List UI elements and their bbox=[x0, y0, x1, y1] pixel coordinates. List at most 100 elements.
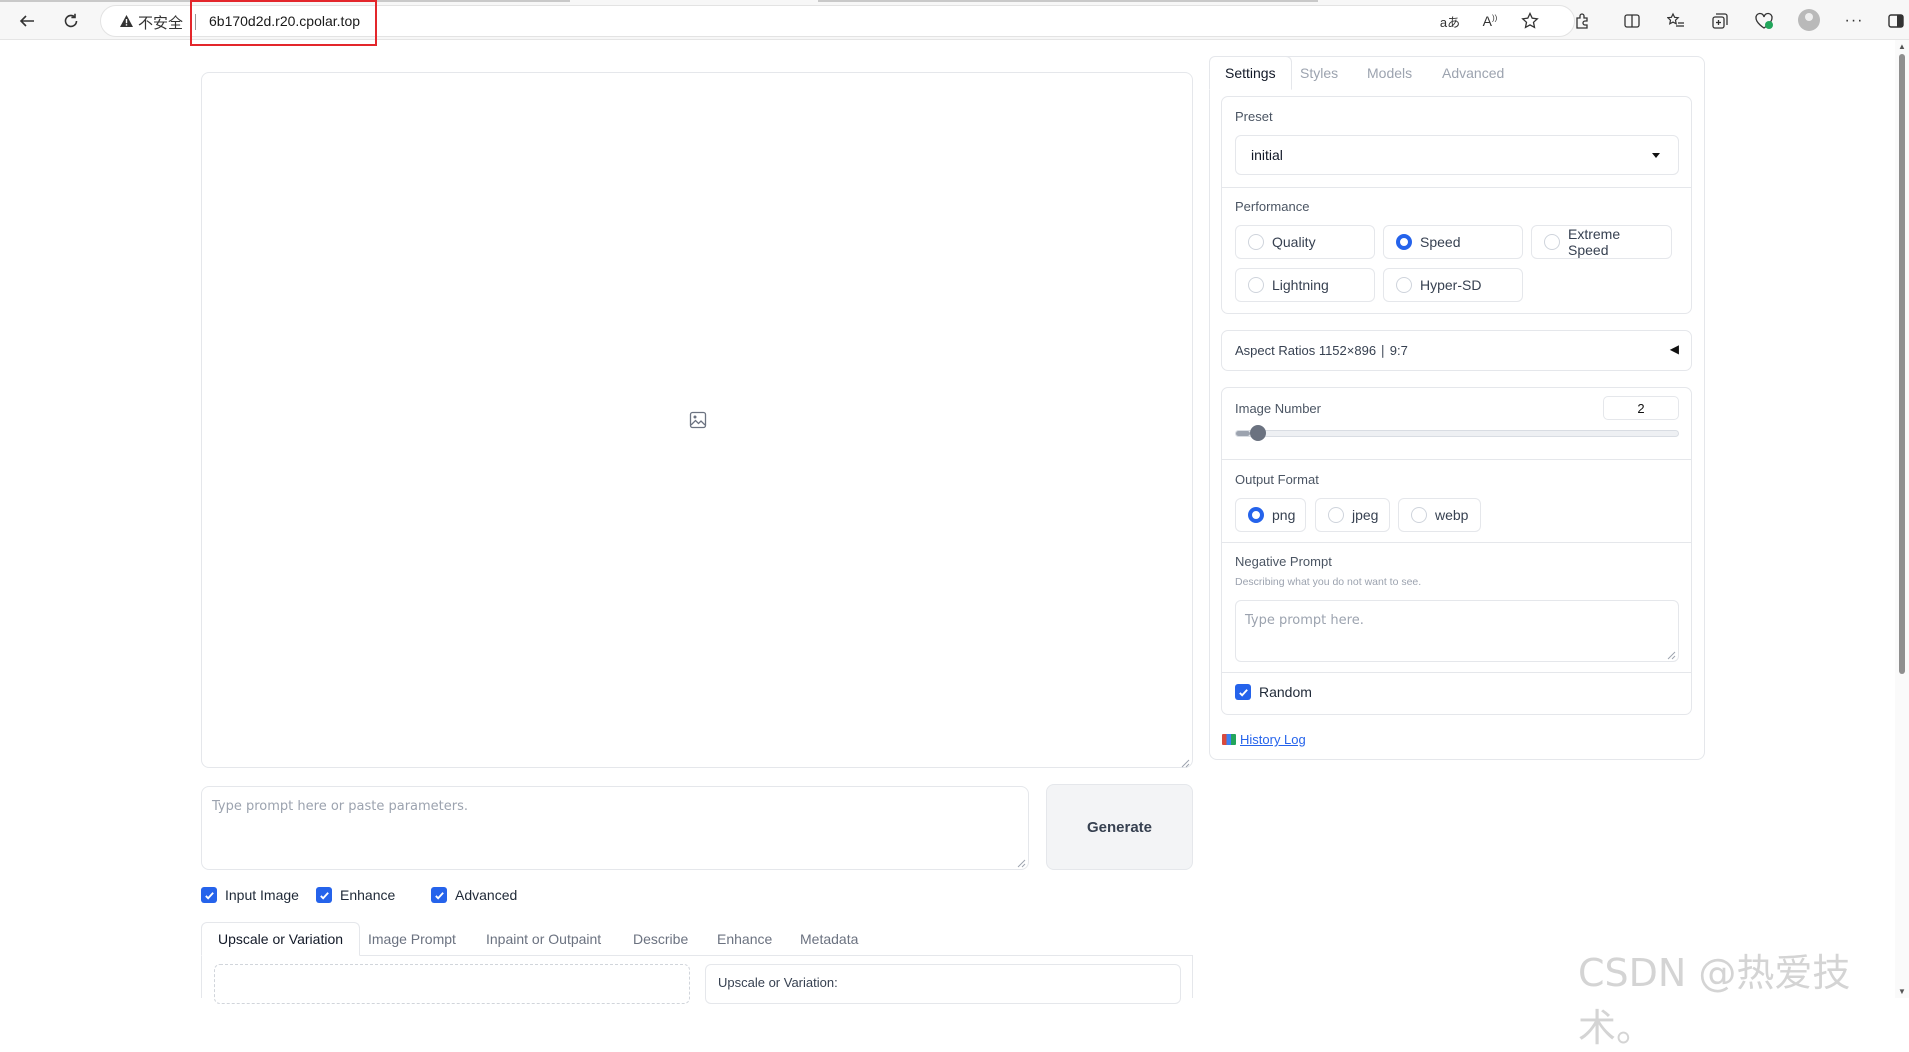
webp-label: webp bbox=[1435, 507, 1469, 523]
output-format-jpeg[interactable]: jpeg bbox=[1315, 498, 1390, 532]
url-highlight-box bbox=[190, 0, 377, 46]
tab-styles[interactable]: Styles bbox=[1285, 56, 1353, 90]
negative-prompt-group: Negative Prompt Describing what you do n… bbox=[1222, 542, 1691, 677]
watermark-text: CSDN @热爱技术。 bbox=[1578, 951, 1851, 1050]
section-divider bbox=[1222, 672, 1691, 673]
page-scrollbar[interactable]: ▲ ▼ bbox=[1895, 40, 1909, 998]
performance-option-lightning[interactable]: Lightning bbox=[1235, 268, 1375, 302]
image-number-slider[interactable] bbox=[1235, 425, 1679, 441]
collections-icon[interactable] bbox=[1708, 9, 1732, 33]
resize-handle-icon[interactable] bbox=[1180, 755, 1190, 768]
browser-essentials-icon[interactable] bbox=[1752, 9, 1776, 33]
tab-image-prompt[interactable]: Image Prompt bbox=[352, 922, 472, 956]
image-number-input[interactable]: 2 bbox=[1603, 396, 1679, 420]
preset-value: initial bbox=[1251, 147, 1283, 163]
enhance-label: Enhance bbox=[340, 887, 396, 903]
scroll-up-icon[interactable]: ▲ bbox=[1898, 42, 1906, 51]
slider-fill bbox=[1236, 431, 1250, 436]
collapse-arrow-icon[interactable]: ◀ bbox=[1670, 342, 1679, 356]
profile-avatar-icon[interactable] bbox=[1798, 9, 1820, 31]
radio-unchecked-icon[interactable] bbox=[1328, 507, 1344, 523]
upscale-or-variation-group: Upscale or Variation: bbox=[705, 964, 1181, 1004]
checkbox-checked-icon[interactable] bbox=[316, 887, 332, 903]
tab-settings[interactable]: Settings bbox=[1209, 56, 1292, 90]
radio-unchecked-icon[interactable] bbox=[1248, 277, 1264, 293]
hyper-sd-label: Hyper-SD bbox=[1420, 277, 1482, 293]
negative-prompt-label: Negative Prompt bbox=[1235, 554, 1332, 569]
split-screen-icon[interactable] bbox=[1620, 9, 1644, 33]
slider-handle[interactable] bbox=[1250, 425, 1266, 441]
books-icon bbox=[1222, 734, 1236, 745]
prompt-placeholder: Type prompt here or paste parameters. bbox=[212, 799, 469, 814]
prompt-resize-handle-icon[interactable] bbox=[1016, 857, 1026, 868]
prompt-input[interactable]: Type prompt here or paste parameters. bbox=[201, 786, 1029, 870]
generation-options-card: Image Number 2 Output Format png jpeg we… bbox=[1221, 387, 1692, 715]
radio-unchecked-icon[interactable] bbox=[1411, 507, 1427, 523]
checkbox-checked-icon[interactable] bbox=[201, 887, 217, 903]
input-image-checkbox[interactable]: Input Image bbox=[201, 887, 299, 903]
performance-option-quality[interactable]: Quality bbox=[1235, 225, 1375, 259]
tab-upscale-or-variation[interactable]: Upscale or Variation bbox=[201, 922, 361, 956]
enhance-checkbox[interactable]: Enhance bbox=[316, 887, 395, 903]
radio-checked-icon[interactable] bbox=[1396, 234, 1412, 250]
settings-tabs: Settings Styles Models Advanced bbox=[1209, 56, 1705, 90]
tab-models[interactable]: Models bbox=[1352, 56, 1427, 90]
generate-button[interactable]: Generate bbox=[1046, 784, 1193, 870]
advanced-label: Advanced bbox=[455, 887, 518, 903]
favorites-list-icon[interactable] bbox=[1664, 9, 1688, 33]
radio-checked-icon[interactable] bbox=[1248, 507, 1264, 523]
aspect-ratios-accordion[interactable]: Aspect Ratios 1152×896 ∣ 9:7 ◀ bbox=[1221, 330, 1692, 371]
tab-enhance[interactable]: Enhance bbox=[701, 922, 788, 956]
negative-prompt-input[interactable]: Type prompt here. bbox=[1235, 600, 1679, 662]
more-menu-icon[interactable]: ··· bbox=[1842, 9, 1866, 33]
image-placeholder-icon bbox=[689, 411, 707, 429]
random-seed-checkbox[interactable]: Random bbox=[1235, 684, 1312, 700]
negative-prompt-placeholder: Type prompt here. bbox=[1245, 613, 1364, 628]
output-format-png[interactable]: png bbox=[1235, 498, 1306, 532]
checkbox-checked-icon[interactable] bbox=[1235, 684, 1251, 700]
radio-unchecked-icon[interactable] bbox=[1396, 277, 1412, 293]
history-log-link[interactable]: History Log bbox=[1222, 732, 1306, 747]
security-indicator[interactable]: 不安全 bbox=[119, 12, 183, 33]
preset-performance-card: Preset initial Performance Quality Speed… bbox=[1221, 96, 1692, 314]
random-label: Random bbox=[1259, 684, 1312, 700]
read-aloud-icon[interactable]: A)) bbox=[1478, 9, 1502, 33]
section-divider bbox=[1222, 459, 1691, 460]
translate-icon[interactable]: aあ bbox=[1438, 9, 1462, 33]
speed-label: Speed bbox=[1420, 234, 1461, 250]
favorite-star-icon[interactable] bbox=[1518, 9, 1542, 33]
security-label: 不安全 bbox=[138, 15, 184, 32]
extensions-icon[interactable] bbox=[1570, 9, 1594, 33]
preset-label: Preset bbox=[1235, 109, 1273, 124]
radio-unchecked-icon[interactable] bbox=[1248, 234, 1264, 250]
tab-inpaint-or-outpaint[interactable]: Inpaint or Outpaint bbox=[470, 922, 617, 956]
tab-metadata[interactable]: Metadata bbox=[784, 922, 874, 956]
lightning-label: Lightning bbox=[1272, 277, 1329, 293]
warning-icon bbox=[119, 14, 134, 32]
performance-option-hyper-sd[interactable]: Hyper-SD bbox=[1383, 268, 1523, 302]
section-divider bbox=[1222, 187, 1691, 188]
back-icon[interactable] bbox=[14, 8, 40, 34]
aspect-ratios-label: Aspect Ratios 1152×896 ∣ 9:7 bbox=[1235, 343, 1408, 358]
preset-dropdown[interactable]: initial bbox=[1235, 135, 1679, 175]
performance-option-speed[interactable]: Speed bbox=[1383, 225, 1523, 259]
png-label: png bbox=[1272, 507, 1296, 523]
negative-prompt-resize-handle-icon[interactable] bbox=[1666, 649, 1676, 660]
history-log-label[interactable]: History Log bbox=[1240, 732, 1306, 747]
radio-unchecked-icon[interactable] bbox=[1544, 234, 1560, 250]
input-image-tabs: Upscale or Variation Image Prompt Inpain… bbox=[201, 922, 1193, 956]
chevron-down-icon bbox=[1652, 153, 1660, 158]
tab-advanced[interactable]: Advanced bbox=[1427, 56, 1519, 90]
output-format-webp[interactable]: webp bbox=[1398, 498, 1481, 532]
sidebar-toggle-icon[interactable] bbox=[1884, 9, 1908, 33]
checkbox-checked-icon[interactable] bbox=[431, 887, 447, 903]
scrollbar-thumb[interactable] bbox=[1899, 54, 1905, 674]
extreme-speed-label: Extreme Speed bbox=[1568, 226, 1621, 258]
performance-option-extreme-speed[interactable]: Extreme Speed bbox=[1531, 225, 1672, 259]
input-image-label: Input Image bbox=[225, 887, 299, 903]
image-drop-zone[interactable] bbox=[214, 964, 690, 1004]
reload-icon[interactable] bbox=[58, 8, 84, 34]
tab-describe[interactable]: Describe bbox=[617, 922, 704, 956]
advanced-checkbox[interactable]: Advanced bbox=[431, 887, 517, 903]
image-number-label: Image Number bbox=[1235, 401, 1321, 416]
